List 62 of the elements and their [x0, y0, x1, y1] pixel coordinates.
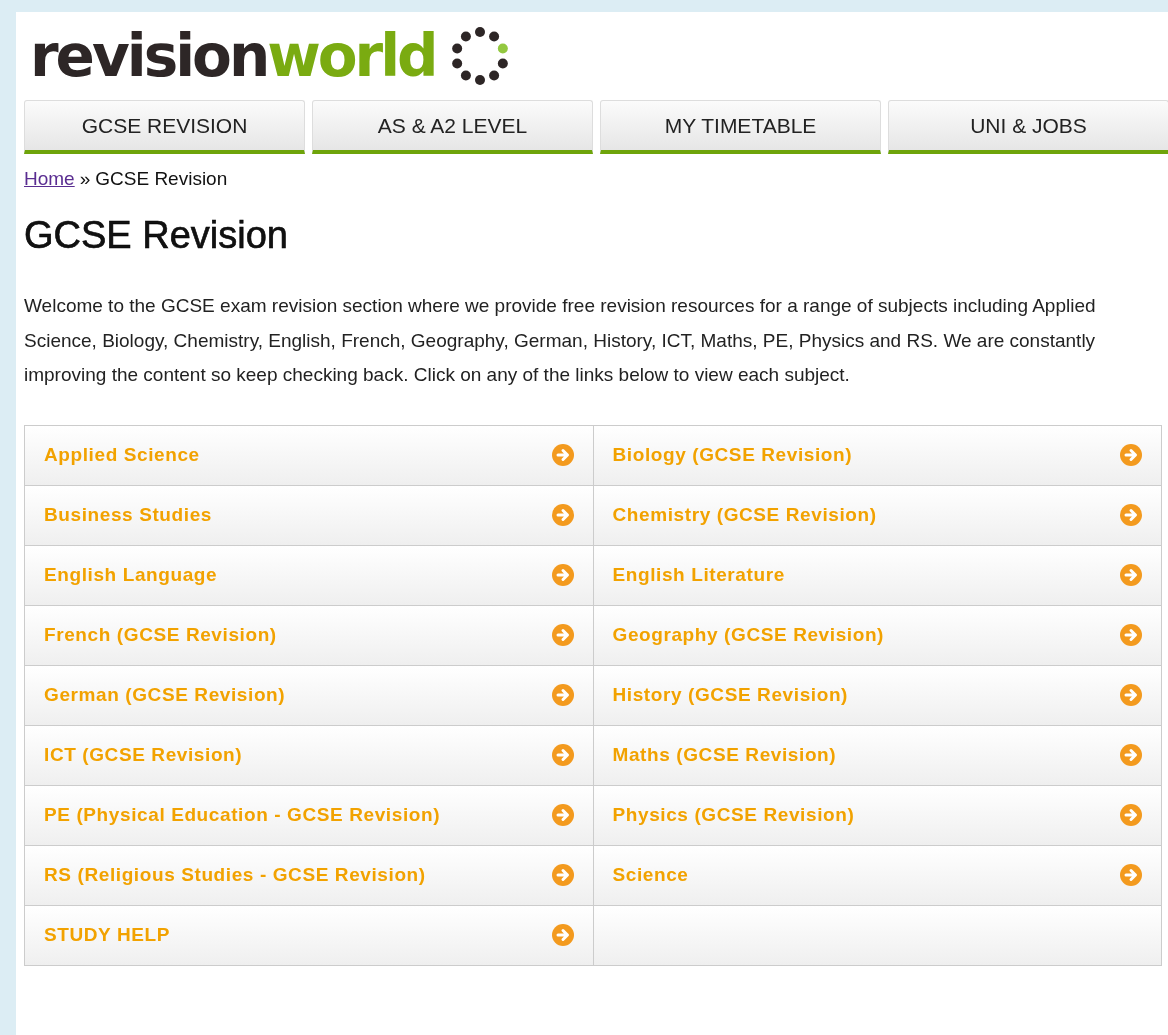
subject-link[interactable]: Chemistry (GCSE Revision) — [612, 504, 1115, 526]
subject-cell[interactable]: PE (Physical Education - GCSE Revision) — [25, 785, 594, 846]
site-logo[interactable]: revisionworld — [30, 27, 436, 85]
subject-link[interactable]: English Literature — [612, 564, 1115, 586]
breadcrumb-current: GCSE Revision — [95, 168, 228, 190]
arrow-right-icon — [550, 683, 575, 707]
home-link[interactable]: Home — [24, 168, 75, 190]
subject-link[interactable]: ICT (GCSE Revision) — [44, 744, 547, 766]
page-heading: GCSE Revision — [24, 214, 289, 257]
subject-cell[interactable]: RS (Religious Studies - GCSE Revision) — [25, 845, 594, 906]
arrow-right-icon — [550, 803, 575, 827]
subject-cell[interactable]: Chemistry (GCSE Revision) — [593, 485, 1162, 546]
subject-cell[interactable]: Science — [593, 845, 1162, 906]
subject-link[interactable]: History (GCSE Revision) — [612, 684, 1115, 706]
subject-link[interactable]: PE (Physical Education - GCSE Revision) — [44, 804, 547, 826]
dots-ring-icon — [449, 26, 510, 86]
arrow-right-icon — [1119, 863, 1143, 887]
arrow-right-icon — [1119, 563, 1143, 587]
nav-tab[interactable]: AS & A2 LEVEL — [312, 100, 593, 154]
subject-cell[interactable]: Geography (GCSE Revision) — [593, 605, 1162, 666]
breadcrumb-separator: » — [79, 168, 91, 190]
subject-link[interactable]: Business Studies — [44, 504, 547, 526]
subject-link[interactable]: German (GCSE Revision) — [44, 684, 547, 706]
subject-link[interactable]: RS (Religious Studies - GCSE Revision) — [44, 864, 547, 886]
nav-tab[interactable]: MY TIMETABLE — [600, 100, 881, 154]
arrow-right-icon — [1119, 623, 1143, 647]
subject-link[interactable]: Maths (GCSE Revision) — [612, 744, 1115, 766]
subject-link[interactable]: Physics (GCSE Revision) — [612, 804, 1115, 826]
arrow-right-icon — [550, 923, 575, 947]
intro-paragraph: Welcome to the GCSE exam revision section where we provide free revision resources for a range of subjects including Applied Science, Biology, Chemistry, English, French, Geography, German, History, ICT, Maths, PE, Physics and RS. We are constantly improving the content so keep checking back. Click on any of the links below to view each subject. — [24, 294, 1097, 387]
arrow-right-icon — [550, 563, 575, 587]
subject-link[interactable]: Geography (GCSE Revision) — [612, 624, 1115, 646]
subject-cell[interactable]: Applied Science — [25, 425, 594, 486]
arrow-right-icon — [1119, 803, 1143, 827]
subject-cell[interactable]: English Language — [25, 545, 594, 606]
subject-cell[interactable]: German (GCSE Revision) — [25, 665, 594, 726]
arrow-right-icon — [550, 503, 575, 527]
subject-cell[interactable]: Biology (GCSE Revision) — [593, 425, 1162, 486]
subject-link[interactable]: English Language — [44, 564, 547, 586]
arrow-right-icon — [1119, 503, 1143, 527]
nav-tab[interactable]: GCSE REVISION — [24, 100, 305, 154]
subject-cell[interactable]: Business Studies — [25, 485, 594, 546]
arrow-right-icon — [550, 623, 575, 647]
subject-cell[interactable]: Maths (GCSE Revision) — [593, 725, 1162, 786]
subject-cell[interactable]: French (GCSE Revision) — [25, 605, 594, 666]
subject-link[interactable]: Biology (GCSE Revision) — [612, 444, 1115, 466]
subject-cell[interactable]: ICT (GCSE Revision) — [25, 725, 594, 786]
nav-tab[interactable]: UNI & JOBS — [888, 100, 1168, 154]
subject-cell[interactable]: English Literature — [593, 545, 1162, 606]
subject-link[interactable]: French (GCSE Revision) — [44, 624, 547, 646]
subject-cell[interactable]: History (GCSE Revision) — [593, 665, 1162, 726]
subject-link[interactable]: Science — [612, 864, 1115, 886]
subject-cell[interactable]: Physics (GCSE Revision) — [593, 785, 1162, 846]
arrow-right-icon — [1119, 743, 1143, 767]
subject-link[interactable]: Applied Science — [44, 444, 547, 466]
subject-cell[interactable]: STUDY HELP — [25, 905, 594, 966]
arrow-right-icon — [1119, 683, 1143, 707]
arrow-right-icon — [550, 443, 575, 467]
arrow-right-icon — [1119, 443, 1143, 467]
subject-link[interactable]: STUDY HELP — [44, 924, 547, 946]
arrow-right-icon — [550, 743, 575, 767]
arrow-right-icon — [550, 863, 575, 887]
